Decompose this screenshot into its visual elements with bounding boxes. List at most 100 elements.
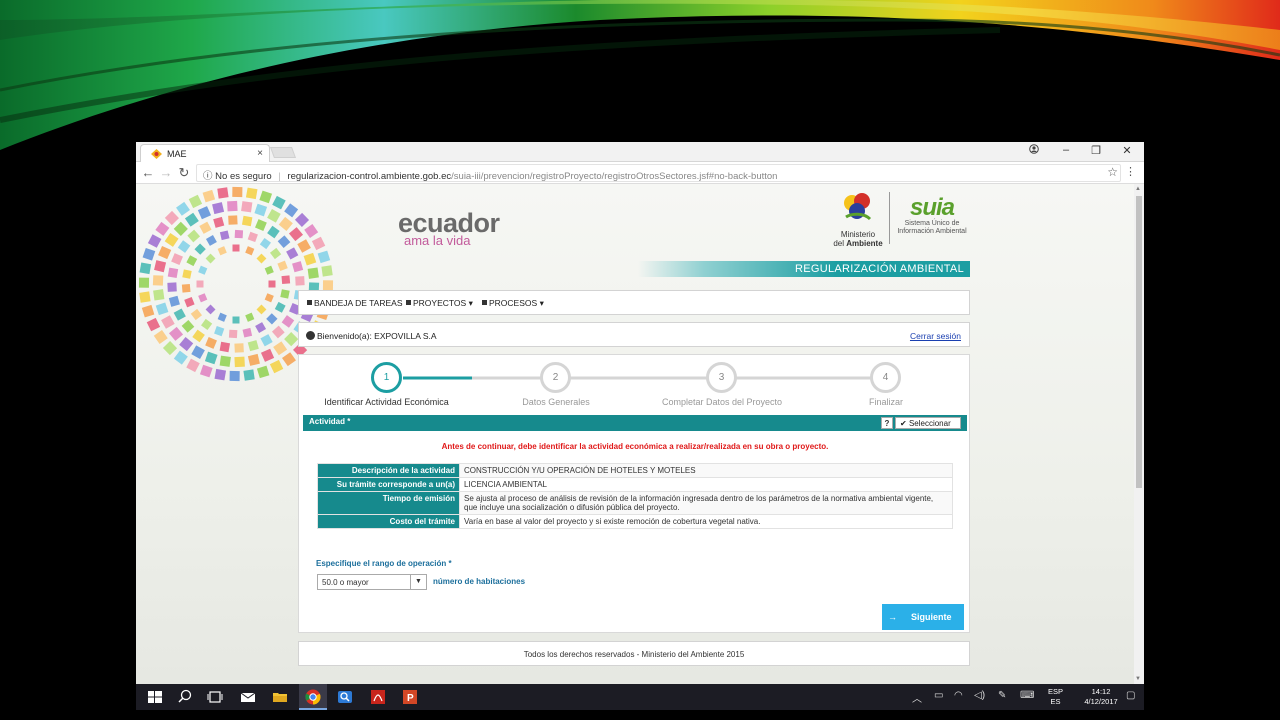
menu-bandeja-de-tareas[interactable]: BANDEJA DE TAREAS (307, 298, 403, 308)
url-path: /suia-iii/prevencion/registroProyecto/re… (451, 171, 778, 182)
row-value: LICENCIA AMBIENTAL (459, 477, 953, 492)
row-value: Se ajusta al proceso de análisis de revi… (459, 491, 953, 515)
arrow-right-icon: → (888, 612, 897, 622)
wizard-step-4-label: Finalizar (868, 397, 903, 407)
row-label: Descripción de la actividad (317, 463, 460, 478)
url-input[interactable]: ⓘ No es seguro | regularizacion-control.… (196, 164, 1121, 182)
logo-divider (889, 192, 890, 244)
powerpoint-icon[interactable]: P (401, 688, 419, 706)
presentation-slide: MAE × – ❐ ✕ ← → ↻ ⓘ No es seguro | regul… (0, 0, 1280, 720)
rango-label: Especifique el rango de operación * (316, 559, 452, 568)
ministry-line2-bold: Ambiente (846, 239, 883, 248)
wizard-step-3[interactable]: 3 (706, 362, 737, 393)
restore-icon[interactable]: ❐ (1086, 144, 1106, 157)
volume-icon[interactable]: ◁) (974, 690, 985, 701)
search-icon[interactable] (176, 688, 194, 706)
mail-icon[interactable] (239, 688, 257, 706)
reload-icon[interactable]: ↻ (176, 165, 192, 180)
required-marker: * (448, 559, 452, 568)
tab-title: MAE (167, 149, 187, 159)
forward-icon[interactable]: → (158, 165, 174, 180)
tab-close-icon[interactable]: × (257, 148, 263, 159)
menu-proyectos[interactable]: PROYECTOS ▾ (406, 298, 473, 309)
rango-unit: número de habitaciones (433, 577, 526, 586)
chrome-icon[interactable] (304, 688, 322, 706)
battery-icon[interactable]: ▭ (934, 690, 943, 701)
windows-start-icon[interactable] (146, 688, 164, 706)
row-label: Su trámite corresponde a un(a) (317, 477, 460, 492)
clock-time: 14:12 (1091, 687, 1111, 696)
close-icon[interactable]: ✕ (1117, 144, 1137, 157)
wizard-step-2[interactable]: 2 (540, 362, 571, 393)
star-icon[interactable]: ☆ (1107, 165, 1118, 179)
scrollbar-thumb[interactable] (1136, 196, 1142, 488)
security-label: No es seguro (215, 171, 272, 182)
new-tab-button[interactable] (269, 147, 297, 158)
language-indicator[interactable]: ESP ES (1048, 687, 1063, 707)
rango-selected-value: 50.0 o mayor (322, 578, 369, 587)
caret-down-icon: ▾ (468, 298, 473, 308)
wizard-step-1[interactable]: 1 (371, 362, 402, 393)
chevron-up-icon[interactable]: ︿ (912, 690, 922, 705)
info-icon[interactable]: ⓘ (203, 171, 213, 181)
logout-link[interactable]: Cerrar sesión (910, 331, 961, 341)
suia-logo: suia Sistema Único de Información Ambien… (896, 196, 968, 236)
actividad-header: Actividad * ? ✔ Seleccionar (303, 415, 967, 431)
back-icon[interactable]: ← (140, 165, 156, 180)
caret-down-icon: ▾ (539, 298, 544, 308)
siguiente-button[interactable]: → Siguiente (882, 604, 964, 630)
account-icon[interactable] (1024, 144, 1044, 157)
page-footer: Todos los derechos reservados - Minister… (298, 641, 970, 666)
acrobat-icon[interactable] (369, 688, 387, 706)
seleccionar-button[interactable]: ✔ Seleccionar (895, 417, 961, 429)
url-domain: regularizacion-control.ambiente.gob.ec (287, 171, 452, 182)
pen-icon[interactable]: ✎ (998, 690, 1006, 701)
section-banner: REGULARIZACIÓN AMBIENTAL (638, 261, 970, 277)
check-icon: ✔ (900, 419, 907, 428)
actividad-details-table: Descripción de la actividad CONSTRUCCIÓN… (317, 463, 953, 529)
scroll-down-icon[interactable]: ▼ (1135, 676, 1141, 682)
suia-wordmark: suia (909, 194, 955, 221)
menu-bullet-icon (307, 300, 312, 305)
actividad-title: Actividad * (309, 417, 351, 426)
scroll-up-icon[interactable]: ▲ (1135, 186, 1141, 192)
task-view-icon[interactable] (206, 688, 224, 706)
menu-procesos[interactable]: PROCESOS ▾ (482, 298, 544, 309)
ecuador-logo: ecuador ama la vida (398, 208, 500, 248)
wizard-step-3-label: Completar Datos del Proyecto (661, 397, 783, 407)
user-icon (306, 331, 315, 340)
browser-tab[interactable]: MAE × (140, 144, 270, 163)
caret-down-icon[interactable]: ▼ (410, 575, 426, 589)
wifi-icon[interactable]: ◠ (954, 690, 963, 701)
table-row: Su trámite corresponde a un(a) LICENCIA … (317, 477, 953, 492)
help-button[interactable]: ? (881, 417, 893, 429)
keyboard-icon[interactable]: ⌨ (1020, 690, 1034, 701)
address-bar: ← → ↻ ⓘ No es seguro | regularizacion-co… (136, 162, 1144, 184)
wizard-step-4[interactable]: 4 (870, 362, 901, 393)
main-menu: BANDEJA DE TAREAS PROYECTOS ▾ PROCESOS ▾ (298, 290, 970, 315)
page-viewport: ecuador ama la vida Ministerio del Ambie… (136, 184, 1134, 684)
clock-date: 4/12/2017 (1084, 697, 1118, 706)
search-app-icon[interactable] (336, 688, 354, 706)
welcome-text: Bienvenido(a): EXPOVILLA S.A (317, 331, 437, 341)
file-explorer-icon[interactable] (271, 688, 289, 706)
separator: | (278, 171, 281, 182)
ministerio-emblem-icon (844, 193, 872, 221)
slide-decoration-swoosh (0, 0, 1280, 150)
system-clock[interactable]: 14:12 4/12/2017 (1076, 687, 1126, 707)
notifications-icon[interactable]: ▢ (1126, 690, 1135, 701)
suia-sub1: Sistema Único de (904, 220, 960, 227)
warning-message: Antes de continuar, debe identificar la … (441, 442, 829, 451)
table-row: Descripción de la actividad CONSTRUCCIÓN… (317, 463, 953, 478)
ministry-line1: Ministerio (840, 230, 876, 239)
minimize-icon[interactable]: – (1056, 144, 1076, 156)
wizard-step-1-label: Identificar Actividad Económica (324, 397, 449, 407)
scrollbar[interactable]: ▲ ▼ (1134, 184, 1144, 684)
rango-select[interactable]: 50.0 o mayor ▼ (317, 574, 427, 590)
row-label: Tiempo de emisión (317, 491, 460, 515)
menu-icon[interactable]: ⋮ (1125, 165, 1136, 178)
windows-taskbar: P ︿ ▭ ◠ ◁) ✎ ⌨ ESP ES 14:12 4/12/2017 ▢ (136, 684, 1144, 710)
suia-sub2: Información Ambiental (897, 228, 967, 235)
tab-strip: MAE × – ❐ ✕ (136, 142, 1144, 163)
ministry-line2-prefix: del (833, 239, 847, 248)
